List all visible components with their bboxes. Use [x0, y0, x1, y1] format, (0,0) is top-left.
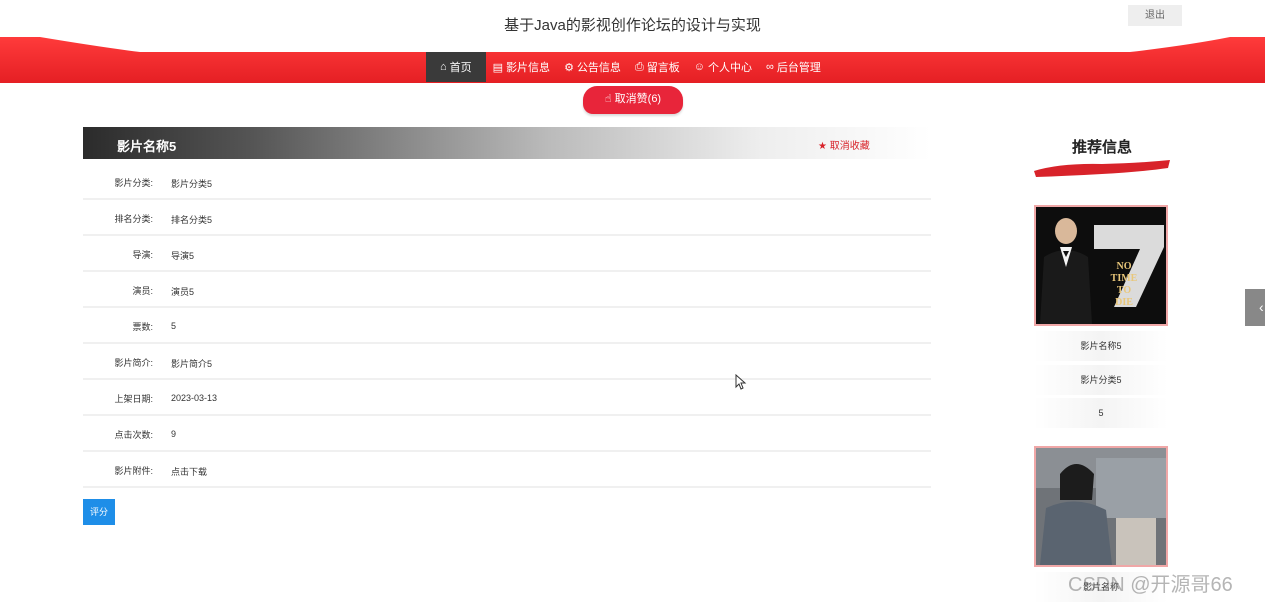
info-row-director: 导演: 导演5	[83, 234, 931, 272]
info-row-synopsis: 影片简介: 影片简介5	[83, 342, 931, 380]
brush-stroke-decoration	[1034, 160, 1170, 177]
info-value: 5	[171, 321, 177, 331]
link-icon: ∞	[765, 61, 774, 73]
info-label: 影片简介:	[114, 358, 153, 368]
svg-text:DIE: DIE	[1115, 297, 1133, 308]
svg-text:TO: TO	[1117, 285, 1131, 296]
info-value: 演员5	[171, 287, 195, 297]
nav-item-films[interactable]: ▤ 影片信息	[486, 52, 557, 82]
recommend-category: 影片分类5	[1034, 365, 1168, 395]
recommend-poster-1[interactable]: NO TIME TO DIE	[1034, 205, 1168, 326]
info-label: 影片附件:	[114, 466, 153, 476]
thumbs-up-icon: ☝	[604, 93, 612, 105]
nav-item-label: 首页	[449, 62, 472, 74]
main-nav: ⌂ 首页 ▤ 影片信息 ⚙ 公告信息 ⎙ 留言板 ☺ 个人中心 ∞ 后台管理	[426, 52, 828, 82]
info-label: 票数:	[132, 322, 153, 332]
info-value: 影片简介5	[171, 359, 213, 369]
chevron-left-icon: ‹	[1259, 299, 1264, 315]
nav-item-messages[interactable]: ⎙ 留言板	[628, 52, 687, 82]
rate-button[interactable]: 评分	[83, 499, 115, 525]
nav-item-label: 留言板	[646, 62, 680, 74]
info-row-date: 上架日期: 2023-03-13	[83, 378, 931, 416]
nav-item-label: 公告信息	[576, 62, 621, 74]
info-label: 影片分类:	[114, 178, 153, 188]
calendar-icon: ▤	[492, 61, 504, 74]
info-row-rank: 排名分类: 排名分类5	[83, 198, 931, 236]
film-title: 影片名称5	[117, 139, 177, 154]
info-row-votes: 票数: 5	[83, 306, 931, 344]
info-label: 排名分类:	[114, 214, 153, 224]
nav-item-admin[interactable]: ∞ 后台管理	[759, 52, 828, 82]
info-label: 上架日期:	[114, 394, 153, 404]
unlike-label: 取消赞(6)	[614, 93, 662, 105]
mouse-cursor-icon	[735, 374, 747, 390]
download-link[interactable]: 点击下载	[171, 465, 207, 478]
nav-item-label: 影片信息	[506, 62, 551, 74]
unfavorite-link[interactable]: ★ 取消收藏	[818, 137, 870, 152]
recommend-poster-2[interactable]	[1034, 446, 1168, 567]
recommend-votes: 5	[1034, 398, 1168, 428]
nav-item-profile[interactable]: ☺ 个人中心	[687, 52, 759, 82]
recommend-name[interactable]: 影片名称5	[1034, 331, 1168, 361]
recommend-title: 推荐信息	[1071, 139, 1132, 156]
star-icon: ★	[818, 141, 827, 152]
unfavorite-label: 取消收藏	[829, 141, 870, 152]
printer-icon: ⎙	[634, 60, 644, 73]
user-icon: ☺	[693, 61, 705, 73]
info-value: 影片分类5	[171, 179, 213, 189]
info-row-attachment: 影片附件: 点击下载	[83, 450, 931, 488]
info-row-actors: 演员: 演员5	[83, 270, 931, 308]
info-row-clicks: 点击次数: 9	[83, 414, 931, 452]
side-panel-toggle[interactable]: ‹	[1245, 289, 1265, 326]
info-value: 9	[171, 429, 177, 439]
svg-text:TIME: TIME	[1111, 273, 1138, 284]
site-title: 基于Java的影视创作论坛的设计与实现	[504, 17, 761, 34]
nav-item-label: 后台管理	[776, 62, 821, 74]
info-value: 导演5	[171, 251, 195, 261]
info-value: 排名分类5	[171, 215, 213, 225]
nav-item-label: 个人中心	[707, 62, 752, 74]
nav-item-home[interactable]: ⌂ 首页	[426, 52, 486, 82]
info-value: 2023-03-13	[171, 393, 218, 403]
detail-header: 影片名称5 ★ 取消收藏	[83, 127, 931, 159]
info-label: 点击次数:	[114, 430, 153, 440]
unlike-button[interactable]: ☝ 取消赞(6)	[583, 86, 683, 114]
nav-item-notices[interactable]: ⚙ 公告信息	[557, 52, 628, 82]
svg-text:NO: NO	[1117, 261, 1132, 272]
watermark: CSDN @开源哥66	[1068, 574, 1233, 596]
gear-icon: ⚙	[564, 61, 574, 74]
info-row-category: 影片分类: 影片分类5	[83, 162, 931, 200]
home-icon: ⌂	[440, 61, 447, 73]
info-label: 演员:	[132, 286, 153, 296]
info-label: 导演:	[132, 250, 153, 260]
logout-button[interactable]: 退出	[1128, 5, 1182, 26]
